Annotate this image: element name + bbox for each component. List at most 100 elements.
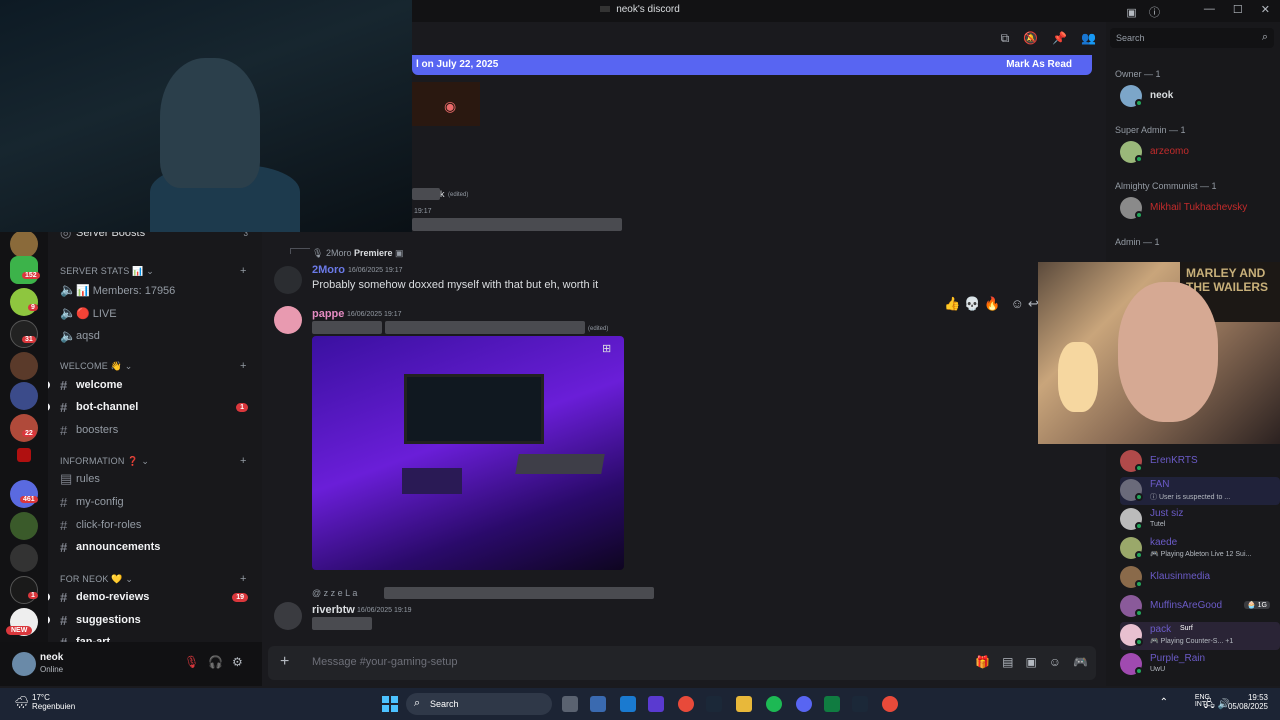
message-composer[interactable]: + Message #your-gaming-setup 🎁 ▤ ▣ ☺ 🎮 xyxy=(268,646,1096,680)
minimize-icon[interactable]: — xyxy=(1204,3,1215,16)
member-item[interactable]: Purple_Rain UwU xyxy=(1120,651,1280,679)
server-icon[interactable] xyxy=(10,230,38,258)
search-input[interactable]: Search ⌕ xyxy=(1110,28,1274,48)
channel-welcome[interactable]: # welcome xyxy=(48,375,260,395)
channel-suggestions[interactable]: # suggestions xyxy=(48,610,260,630)
steam-icon[interactable] xyxy=(852,696,868,712)
headphones-icon[interactable]: 🎧 xyxy=(208,655,223,669)
taskbar-search[interactable]: ⌕ Search xyxy=(406,693,552,715)
member-item[interactable]: neok xyxy=(1120,83,1280,111)
sticker-icon[interactable]: ▣ xyxy=(1025,655,1036,669)
category-server-stats[interactable]: SERVER STATS 📊 ⌄ + xyxy=(60,265,246,277)
folder-icon[interactable] xyxy=(736,696,752,712)
reply-preview[interactable]: 🎙 2Moro Premiere ▣ xyxy=(312,248,404,259)
gift-icon[interactable]: 🎁 xyxy=(975,655,990,669)
channel-bot-channel[interactable]: # bot-channel 1 xyxy=(48,397,260,417)
start-icon[interactable] xyxy=(382,696,398,712)
clock[interactable]: 19:53 05/08/2025 xyxy=(1228,693,1268,711)
image-attachment[interactable]: ⊞ xyxy=(312,336,624,570)
weather-widget[interactable]: 🌧 17°C Regenbuien xyxy=(14,693,75,711)
server-icon[interactable] xyxy=(10,512,38,540)
channel-click-for-roles[interactable]: # click-for-roles xyxy=(60,515,260,535)
thumbs-up-icon[interactable]: 👍 xyxy=(944,296,960,316)
fire-icon[interactable]: 🔥 xyxy=(984,296,1000,316)
add-channel-icon[interactable]: + xyxy=(240,265,247,277)
server-icon[interactable] xyxy=(10,320,38,348)
member-item[interactable]: ErenKRTS xyxy=(1120,448,1280,476)
task-view-icon[interactable] xyxy=(562,696,578,712)
member-item[interactable]: FAN ⓘ User is suspected to ... xyxy=(1120,477,1280,505)
message-author[interactable]: riverbtw xyxy=(312,604,355,616)
chevron-up-icon[interactable]: ⌃ xyxy=(1160,697,1168,708)
discord-icon[interactable] xyxy=(796,696,812,712)
apps-icon[interactable]: 🎮 xyxy=(1073,655,1088,669)
member-item[interactable]: MuffinsAreGood 🧁 1G xyxy=(1120,593,1280,621)
mute-icon[interactable]: 🎙 xyxy=(184,655,199,669)
grid-icon[interactable]: ⊞ xyxy=(602,342,616,356)
network-icon[interactable]: 🖧 🔊 xyxy=(1204,697,1230,714)
server-icon[interactable] xyxy=(10,576,38,604)
pin-icon[interactable]: 📌 xyxy=(1052,31,1067,46)
server-icon[interactable] xyxy=(10,256,38,284)
add-reaction-icon[interactable]: ☺ xyxy=(1011,296,1024,316)
emoji-icon[interactable]: ☺ xyxy=(1049,655,1061,669)
avatar[interactable] xyxy=(274,602,302,630)
channel-announcements[interactable]: # announcements xyxy=(60,537,260,557)
close-icon[interactable]: ✕ xyxy=(1261,3,1270,16)
server-icon[interactable] xyxy=(10,480,38,508)
category-for-neok[interactable]: FOR NEOK 💛 ⌄ + xyxy=(60,573,246,585)
message-author[interactable]: pappe xyxy=(312,308,344,320)
server-icon[interactable] xyxy=(10,544,38,572)
member-item[interactable]: arzeomo xyxy=(1120,139,1280,167)
channel-boosters[interactable]: # boosters xyxy=(60,420,260,440)
threads-icon[interactable]: ⧉ xyxy=(1001,31,1010,46)
reply-author[interactable]: @ z z e L a xyxy=(312,588,357,598)
member-item[interactable]: pack Surf 🎮 Playing Counter-S... +1 xyxy=(1120,622,1280,650)
skull-icon[interactable]: 💀 xyxy=(964,296,980,316)
channel-aqsd[interactable]: 🔈 aqsd xyxy=(60,326,260,346)
channel-rules[interactable]: ▤ rules xyxy=(60,469,260,489)
server-icon[interactable] xyxy=(17,448,31,462)
channel-demo-reviews[interactable]: # demo-reviews 19 xyxy=(48,587,260,607)
member-item[interactable]: kaede 🎮 Playing Ableton Live 12 Sui... xyxy=(1120,535,1280,563)
inbox-icon[interactable]: ▣ ⓘ xyxy=(1126,4,1160,20)
steam-icon[interactable] xyxy=(706,696,722,712)
members-icon[interactable]: 👥 xyxy=(1081,31,1096,46)
message-author[interactable]: 2Moro xyxy=(312,264,345,276)
new-messages-banner[interactable]: l on July 22, 2025 Mark As Read xyxy=(412,55,1092,75)
maximize-icon[interactable]: ☐ xyxy=(1233,3,1243,16)
notification-icon[interactable]: 🔕 xyxy=(1023,31,1038,46)
app-icon[interactable] xyxy=(620,696,636,712)
member-item[interactable]: Just siz Tutel xyxy=(1120,506,1280,534)
chrome-icon[interactable] xyxy=(882,696,898,712)
channel-members[interactable]: 🔈 📊 Members: 17956 xyxy=(60,280,260,300)
app-icon[interactable] xyxy=(648,696,664,712)
spotify-icon[interactable] xyxy=(766,696,782,712)
avatar[interactable] xyxy=(12,652,36,676)
avatar[interactable] xyxy=(274,266,302,294)
channel-my-config[interactable]: # my-config xyxy=(60,492,260,512)
server-icon[interactable] xyxy=(10,414,38,442)
server-icon[interactable] xyxy=(10,382,38,410)
add-channel-icon[interactable]: + xyxy=(240,573,247,585)
server-icon[interactable] xyxy=(10,288,38,316)
avatar[interactable] xyxy=(274,306,302,334)
chrome-icon[interactable] xyxy=(678,696,694,712)
gear-icon[interactable]: ⚙ xyxy=(232,655,243,669)
add-channel-icon[interactable]: + xyxy=(240,455,247,467)
category-information[interactable]: INFORMATION ❓ ⌄ + xyxy=(60,455,246,467)
channel-live[interactable]: 🔈 🔴 LIVE xyxy=(60,303,260,323)
app-icon[interactable] xyxy=(824,696,840,712)
add-channel-icon[interactable]: + xyxy=(240,360,247,372)
composer-placeholder[interactable]: Message #your-gaming-setup xyxy=(312,656,458,668)
mark-as-read-button[interactable]: Mark As Read xyxy=(1006,59,1072,70)
gif-icon[interactable]: ▤ xyxy=(1002,655,1013,669)
channel-fan-art[interactable]: # fan-art xyxy=(60,632,260,643)
attach-icon[interactable]: + xyxy=(280,653,289,671)
server-icon[interactable] xyxy=(10,352,38,380)
category-welcome[interactable]: WELCOME 👋 ⌄ + xyxy=(60,360,246,372)
image-thumbnail[interactable]: ◉ xyxy=(412,82,480,126)
member-item[interactable]: Mikhail Tukhachevsky xyxy=(1120,195,1280,223)
app-icon[interactable] xyxy=(590,696,606,712)
member-item[interactable]: Klausinmedia xyxy=(1120,564,1280,592)
